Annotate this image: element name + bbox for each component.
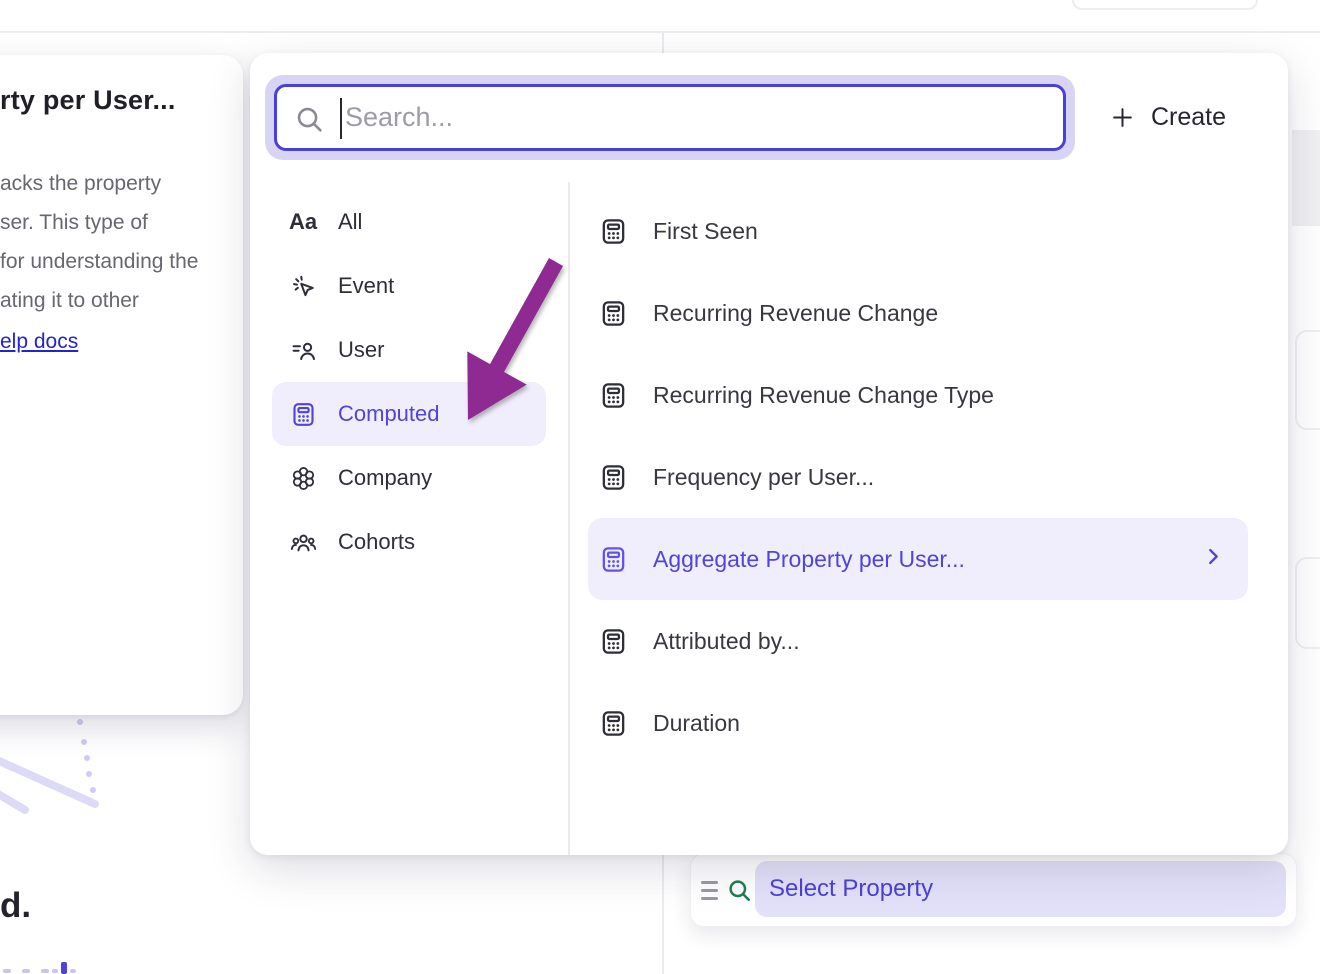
category-panel: Aa All Event [250,182,570,855]
search-icon [726,877,753,904]
calculator-icon [598,217,628,246]
tooltip-title: rty per User... [0,85,233,116]
property-item-label: First Seen [653,218,758,245]
tooltip-body-line: ating it to other [0,281,233,320]
property-list: First Seen Recurring Revenue Change [570,182,1288,855]
property-item-frequency-per-user[interactable]: Frequency per User... [588,436,1248,518]
tooltip-body: acks the property ser. This type of for … [0,164,233,320]
category-all[interactable]: Aa All [272,190,546,254]
calculator-icon [598,299,628,328]
tooltip-body-line: acks the property [0,164,233,203]
clipped-right-card [1295,330,1320,430]
property-picker-popover: Create Aa All Event [250,53,1288,855]
company-icon [288,465,318,492]
category-company[interactable]: Company [272,446,546,510]
category-event[interactable]: Event [272,254,546,318]
property-item-label: Recurring Revenue Change [653,300,938,327]
category-label: All [338,209,362,235]
clipped-right-panel [1292,130,1320,226]
property-selector-card: Select Property [690,853,1297,927]
empty-chart-illustration [0,706,130,836]
select-property-label: Select Property [769,875,933,903]
plus-icon [1110,105,1135,130]
event-cursor-icon [288,273,318,300]
clipped-right-card [1295,557,1320,649]
property-item-label: Recurring Revenue Change Type [653,382,994,409]
property-item-attributed-by[interactable]: Attributed by... [588,600,1248,682]
category-label: User [338,337,384,363]
category-user[interactable]: User [272,318,546,382]
cohorts-icon [288,529,318,556]
calculator-icon [598,381,628,410]
property-item-first-seen[interactable]: First Seen [588,190,1248,272]
category-label: Company [338,465,432,491]
property-item-label: Attributed by... [653,628,800,655]
calculator-icon [598,627,628,656]
page-divider-horizontal [0,31,1320,33]
property-item-aggregate-property-per-user[interactable]: Aggregate Property per User... [588,518,1248,600]
create-button-label: Create [1151,103,1226,132]
help-docs-link[interactable]: elp docs [0,330,78,354]
search-focus-ring [265,75,1075,160]
calculator-icon [598,709,628,738]
category-cohorts[interactable]: Cohorts [272,510,546,574]
calculator-icon [598,545,628,574]
select-property-button[interactable]: Select Property [755,861,1286,917]
calculator-icon [598,463,628,492]
tooltip-body-line: ser. This type of [0,203,233,242]
property-tooltip-card: rty per User... acks the property ser. T… [0,55,243,715]
property-item-duration[interactable]: Duration [588,682,1248,764]
property-item-recurring-revenue-change-type[interactable]: Recurring Revenue Change Type [588,354,1248,436]
category-label: Event [338,273,394,299]
clipped-heading-text: d. [0,886,31,926]
clipped-link-text-fragment [0,960,110,974]
user-list-icon [288,337,318,364]
property-item-label: Aggregate Property per User... [653,546,965,573]
category-computed[interactable]: Computed [272,382,546,446]
tooltip-body-line: for understanding the [0,242,233,281]
category-label: Computed [338,401,440,427]
property-item-recurring-revenue-change[interactable]: Recurring Revenue Change [588,272,1248,354]
property-item-label: Frequency per User... [653,464,874,491]
clipped-top-button[interactable] [1072,0,1258,10]
text-aa-icon: Aa [288,209,318,235]
create-button[interactable]: Create [1102,93,1234,141]
property-item-label: Duration [653,710,740,737]
screenshot-stage: rty per User... acks the property ser. T… [0,0,1320,974]
search-field[interactable] [274,84,1066,151]
search-input[interactable] [277,87,1063,148]
category-label: Cohorts [338,529,415,555]
calculator-icon [288,401,318,428]
drag-handle-icon[interactable] [701,881,718,900]
chevron-right-icon [1202,546,1224,573]
